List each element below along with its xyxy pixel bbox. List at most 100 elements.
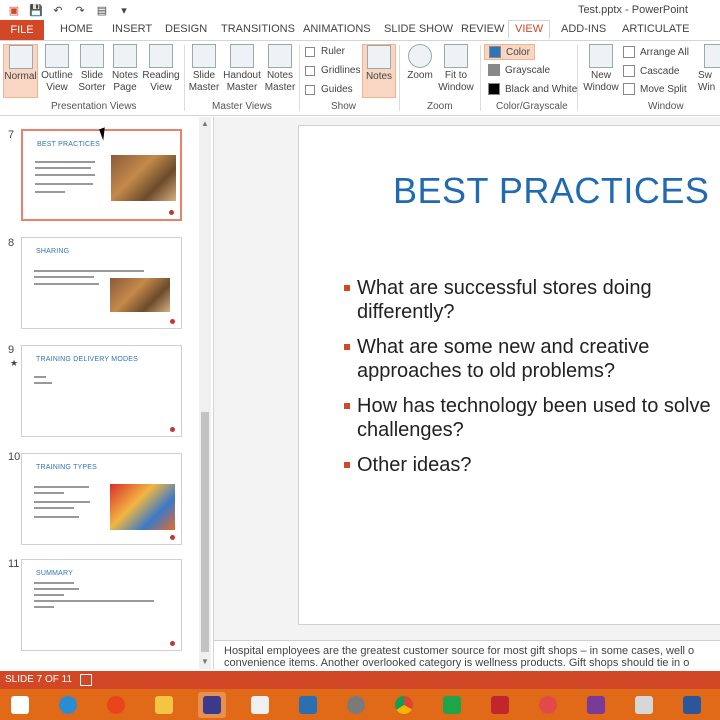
tab-design[interactable]: DESIGN [165, 23, 207, 35]
fit-to-window-button[interactable]: Fit to Window [436, 44, 476, 94]
magnifier-icon [408, 44, 432, 68]
ruler-checkbox[interactable]: Ruler [305, 46, 345, 57]
ribbon-divider [184, 45, 185, 111]
notes-page-button[interactable]: Notes Page [110, 44, 140, 94]
tab-review[interactable]: REVIEW [461, 23, 504, 35]
tab-home[interactable]: HOME [60, 23, 93, 35]
customize-qat-icon[interactable]: ▾ [116, 2, 132, 18]
word-icon[interactable] [678, 692, 706, 718]
black-and-white-button[interactable]: Black and White [488, 83, 577, 95]
pen-glyph-icon [635, 695, 653, 714]
recorder-glyph-icon [203, 695, 221, 714]
slide-thumbnail[interactable]: TRAINING DELIVERY MODES [21, 345, 182, 437]
powerpoint-logo-icon[interactable]: ▣ [6, 2, 22, 18]
color-button[interactable]: Color [484, 44, 535, 60]
tool-app-icon[interactable] [246, 692, 274, 718]
recorder-app-icon[interactable] [198, 691, 226, 718]
pen-app-icon[interactable] [630, 692, 658, 718]
red-app-glyph-icon [491, 695, 509, 714]
scroll-up-icon[interactable]: ▲ [200, 119, 210, 129]
new-window-button[interactable]: New Window [582, 44, 620, 94]
switch-windows-button[interactable]: Sw Win [698, 44, 720, 94]
firefox-icon[interactable] [102, 692, 130, 718]
chrome-icon[interactable] [390, 692, 418, 718]
tab-view[interactable]: VIEW [508, 20, 551, 39]
handout-master-icon [230, 44, 254, 68]
gridlines-checkbox[interactable]: Gridlines [305, 65, 360, 76]
tab-add-ins[interactable]: ADD-INS [561, 23, 606, 35]
file-explorer-icon[interactable] [150, 692, 178, 718]
redo-icon[interactable]: ↷ [72, 2, 88, 18]
slide-master-icon [192, 44, 216, 68]
scrollbar-thumb[interactable] [201, 412, 209, 652]
slide-sorter-label: Slide Sorter [78, 70, 106, 93]
tab-slide-show[interactable]: SLIDE SHOW [384, 23, 453, 35]
settings-app-icon[interactable] [342, 692, 370, 718]
speaker-notes-text[interactable]: Hospital employees are the greatest cust… [224, 645, 720, 669]
reading-view-label: Reading View [142, 70, 180, 93]
grayscale-button[interactable]: Grayscale [488, 64, 550, 76]
slide-thumbnail[interactable]: TRAINING TYPES [21, 453, 182, 545]
normal-view-button[interactable]: Normal [3, 44, 38, 98]
spell-check-icon[interactable] [80, 674, 92, 686]
word-glyph-icon [683, 695, 701, 714]
store-app-icon[interactable] [438, 692, 466, 718]
thumbnail-text-line [34, 600, 154, 602]
notes-icon [367, 45, 391, 69]
windows-logo-icon [11, 695, 29, 714]
tab-articulate[interactable]: ARTICULATE [622, 23, 689, 35]
save-icon[interactable]: 💾 [28, 2, 44, 18]
slide-bullet-list[interactable]: What are successful stores doing differe… [343, 276, 720, 488]
zoom-label: Zoom [407, 70, 433, 81]
thumbnail-text-line [35, 191, 65, 193]
slide-sorter-button[interactable]: Slide Sorter [76, 44, 108, 94]
thumbnail-text-line [34, 492, 64, 494]
audio-icon [169, 210, 174, 215]
switch-windows-label: Sw Win [698, 70, 716, 93]
slide-editing-area: BEST PRACTICES What are successful store… [214, 117, 720, 640]
start-slideshow-icon[interactable]: ▤ [94, 2, 110, 18]
reading-view-button[interactable]: Reading View [142, 44, 180, 94]
tab-insert[interactable]: INSERT [112, 23, 152, 35]
outline-view-button[interactable]: Outline View [40, 44, 74, 94]
current-slide[interactable]: BEST PRACTICES What are successful store… [298, 125, 720, 625]
onenote-icon[interactable] [582, 692, 610, 718]
monitor-app-icon[interactable] [294, 692, 322, 718]
internet-explorer-icon[interactable] [54, 692, 82, 718]
thumbnail-scrollbar[interactable]: ▲ ▼ [199, 117, 211, 669]
red-app-icon[interactable] [486, 692, 514, 718]
firefox-glyph-icon [107, 695, 125, 714]
tab-animations[interactable]: ANIMATIONS [303, 23, 371, 35]
move-split-icon [623, 83, 635, 95]
slide-thumbnail[interactable]: SUMMARY [21, 559, 182, 651]
tab-file[interactable]: FILE [0, 20, 44, 40]
slide-thumbnail[interactable]: BEST PRACTICES [21, 129, 182, 221]
zoom-button[interactable]: Zoom [404, 44, 436, 82]
tab-transitions[interactable]: TRANSITIONS [221, 23, 295, 35]
handout-master-button[interactable]: Handout Master [222, 44, 262, 94]
arrange-all-button[interactable]: Arrange All [623, 46, 689, 58]
thumbnail-photo [111, 155, 176, 201]
slide-number: 8 [8, 237, 15, 249]
notes-toggle-button[interactable]: Notes [362, 44, 396, 98]
heart-app-icon[interactable] [534, 692, 562, 718]
slide-bullet: What are some new and creative approache… [343, 335, 720, 383]
audio-icon [170, 535, 175, 540]
speaker-notes-pane[interactable]: Hospital employees are the greatest cust… [214, 640, 720, 672]
slide-thumbnail[interactable]: SHARING [21, 237, 182, 329]
folder-glyph-icon [155, 695, 173, 714]
undo-icon[interactable]: ↶ [50, 2, 66, 18]
slide-master-label: Slide Master [188, 70, 220, 93]
notes-master-button[interactable]: Notes Master [263, 44, 297, 94]
slide-sorter-icon [80, 44, 104, 68]
scroll-down-icon[interactable]: ▼ [200, 657, 210, 667]
cascade-button[interactable]: Cascade [623, 65, 679, 77]
slide-title[interactable]: BEST PRACTICES [393, 170, 709, 212]
windows-start-icon[interactable] [6, 692, 34, 718]
grayscale-swatch-icon [488, 64, 500, 76]
group-label-show: Show [331, 101, 357, 112]
guides-checkbox[interactable]: Guides [305, 84, 353, 95]
slide-master-button[interactable]: Slide Master [187, 44, 221, 94]
slide-thumbnail-pane[interactable]: 7 BEST PRACTICES 8 SHARING 9 ★ TRAINING … [0, 117, 214, 669]
move-split-button[interactable]: Move Split [623, 83, 687, 95]
